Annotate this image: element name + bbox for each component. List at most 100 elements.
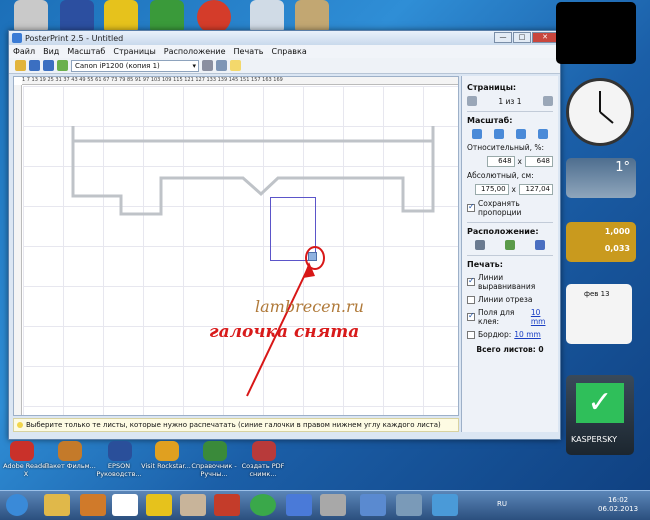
total-sheets: Всего листов: 0 xyxy=(476,345,544,354)
border-label: Бордюр: xyxy=(478,330,512,339)
glue-fields-checkbox[interactable] xyxy=(467,311,475,321)
monitor-icon[interactable] xyxy=(534,240,545,250)
keep-proportions-label: Сохранять пропорции xyxy=(478,199,522,217)
pages-value: 1 из 1 xyxy=(498,96,522,106)
watermark-text: lambrecen.ru xyxy=(255,297,364,316)
desktop-icon-pdf[interactable] xyxy=(252,441,276,461)
zoom-out-icon[interactable] xyxy=(493,129,504,139)
maximize-button[interactable]: □ xyxy=(513,32,531,43)
border-value[interactable]: 10 mm xyxy=(514,330,541,339)
desktop-label-6: Создать PDF снимк... xyxy=(241,462,285,478)
menu-pages[interactable]: Страницы xyxy=(113,47,155,56)
printer-select[interactable]: Canon iP1200 (копия 1) xyxy=(71,59,199,72)
taskbar-app-yellow[interactable] xyxy=(146,494,172,516)
poster-grid[interactable] xyxy=(23,86,458,415)
border-checkbox[interactable] xyxy=(467,330,475,339)
cut-lines-checkbox[interactable] xyxy=(467,295,475,304)
start-button[interactable] xyxy=(6,494,28,516)
desktop-icon-5[interactable] xyxy=(197,0,231,34)
fit-icon[interactable] xyxy=(471,129,482,139)
clock-hands-icon xyxy=(599,91,614,124)
taskbar-date: 06.02.2013 xyxy=(598,505,639,513)
desktop-label-5: Справочник - Ручны... xyxy=(191,462,237,478)
desktop-label-4: Visit Rockstar... xyxy=(141,462,191,470)
window-title: PosterPrint 2.5 - Untitled xyxy=(25,33,124,43)
absolute-label: Абсолютный, см: xyxy=(467,171,534,180)
minimize-button[interactable]: — xyxy=(494,32,512,43)
desktop-icon-3[interactable] xyxy=(104,0,138,34)
taskbar-app-2[interactable] xyxy=(180,494,206,516)
taskbar-explorer[interactable] xyxy=(44,494,70,516)
taskbar-app-3[interactable] xyxy=(214,494,240,516)
kaspersky-gadget: ✓ KASPERSKY xyxy=(566,375,634,455)
menu-scale[interactable]: Масштаб xyxy=(67,47,105,56)
crop-icon[interactable] xyxy=(475,240,486,250)
relative-height-input[interactable]: 648 xyxy=(525,156,553,167)
desktop-icon-2[interactable] xyxy=(60,0,94,34)
annotation-arrow xyxy=(246,262,315,397)
open-icon[interactable] xyxy=(15,60,26,71)
print-heading: Печать: xyxy=(467,260,503,269)
edit-icon[interactable] xyxy=(57,60,68,71)
weather-gadget: 1° xyxy=(566,158,636,198)
right-panel: Страницы: 1 из 1 Масштаб: Относительный,… xyxy=(461,76,558,432)
desktop-icon-adobe[interactable] xyxy=(10,441,34,461)
menu-help[interactable]: Справка xyxy=(271,47,306,56)
layout-heading: Расположение: xyxy=(467,227,539,236)
poster-canvas-area[interactable]: 1 7 13 19 25 31 37 43 49 55 61 67 73 79 … xyxy=(13,76,459,416)
zoom-in-icon[interactable] xyxy=(516,129,527,139)
menu-layout[interactable]: Расположение xyxy=(164,47,226,56)
taskbar-media[interactable] xyxy=(80,494,106,516)
cut-lines-label: Линии отреза xyxy=(478,295,533,304)
absolute-width-input[interactable]: 175,00 xyxy=(474,184,509,195)
new-icon[interactable] xyxy=(230,60,241,71)
status-hint: Выберите только те листы, которые нужно … xyxy=(13,418,459,432)
language-indicator[interactable]: RU xyxy=(497,500,507,508)
desktop-icon-rockstar[interactable] xyxy=(155,441,179,461)
desktop-icon-film[interactable] xyxy=(58,441,82,461)
taskbar-app-8[interactable] xyxy=(432,494,458,516)
desktop-icon-epson[interactable] xyxy=(108,441,132,461)
check-icon: ✓ xyxy=(576,383,624,423)
annotation-caption: галочка снята xyxy=(209,322,360,342)
calendar-gadget: фев 13 xyxy=(566,284,632,344)
desktop-label-3: EPSON Руководств... xyxy=(96,462,142,478)
desktop-icon-1[interactable] xyxy=(14,0,48,34)
clock-gadget xyxy=(566,78,634,146)
prev-page-icon[interactable] xyxy=(467,96,477,106)
relative-x-separator: x xyxy=(517,157,522,166)
taskbar-app-7[interactable] xyxy=(396,494,422,516)
align-lines-checkbox[interactable] xyxy=(467,276,475,286)
ruler-left xyxy=(14,85,22,415)
print-icon[interactable] xyxy=(216,60,227,71)
relative-width-input[interactable]: 648 xyxy=(486,156,515,167)
desktop-icon-spravochnik[interactable] xyxy=(203,441,227,461)
taskbar-clock[interactable]: 16:02 06.02.2013 xyxy=(598,496,638,514)
next-page-icon[interactable] xyxy=(543,96,553,106)
taskbar-app-5[interactable] xyxy=(320,494,346,516)
align-lines-label: Линии выравнивания xyxy=(478,273,536,291)
desktop-icon-7[interactable] xyxy=(295,0,329,34)
desktop-icon-4[interactable] xyxy=(150,0,184,34)
glue-fields-value[interactable]: 10 mm xyxy=(531,308,553,326)
keep-proportions-checkbox[interactable] xyxy=(467,202,475,212)
save-icon[interactable] xyxy=(29,60,40,71)
taskbar-app-6[interactable] xyxy=(360,494,386,516)
calendar-month: фев 13 xyxy=(584,290,610,298)
zoom-reset-icon[interactable] xyxy=(538,129,549,139)
taskbar-font[interactable] xyxy=(112,494,138,516)
taskbar-app-4[interactable] xyxy=(286,494,312,516)
shield-icon[interactable] xyxy=(504,240,515,250)
media-gadget[interactable] xyxy=(556,2,636,64)
currency-gadget: 1,000 0,033 xyxy=(566,222,636,262)
save-as-icon[interactable] xyxy=(43,60,54,71)
desktop-icon-6[interactable] xyxy=(250,0,284,34)
absolute-height-input[interactable]: 127,04 xyxy=(519,184,553,195)
printer-settings-icon[interactable] xyxy=(202,60,213,71)
taskbar-chrome[interactable] xyxy=(250,494,276,516)
menu-print[interactable]: Печать xyxy=(234,47,264,56)
menu-file[interactable]: Файл xyxy=(13,47,35,56)
menu-bar: Файл Вид Масштаб Страницы Расположение П… xyxy=(9,45,560,58)
close-button[interactable]: ✕ xyxy=(532,32,558,43)
menu-view[interactable]: Вид xyxy=(43,47,59,56)
